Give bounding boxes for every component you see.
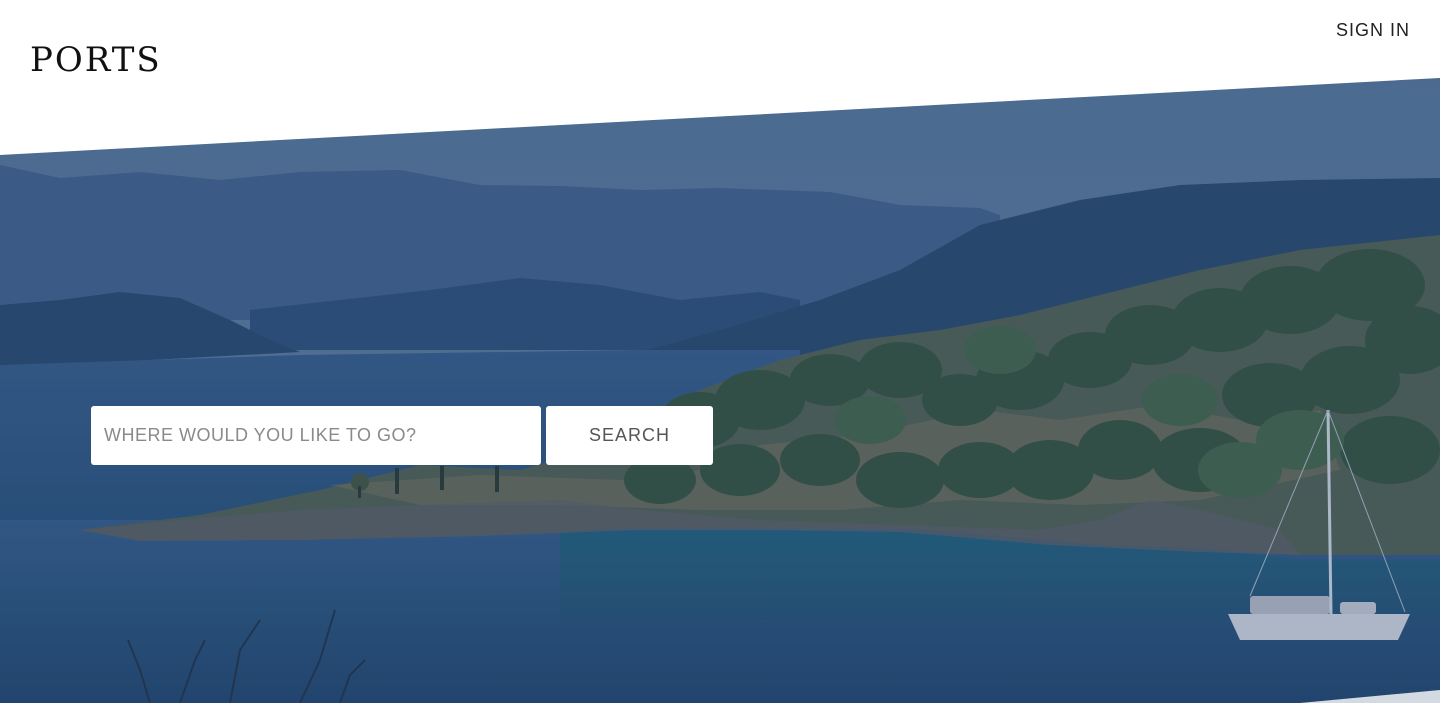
- search-form: SEARCH: [91, 406, 713, 465]
- page: PORTS SIGN IN WHERE WOULD YOU LIKE TO GO…: [0, 0, 1440, 703]
- hero-image: [0, 78, 1440, 703]
- search-button[interactable]: SEARCH: [546, 406, 713, 465]
- sign-in-link[interactable]: SIGN IN: [1336, 20, 1410, 41]
- hero-overlay: [0, 78, 1440, 703]
- site-logo[interactable]: PORTS: [30, 40, 162, 80]
- search-input[interactable]: [91, 406, 541, 465]
